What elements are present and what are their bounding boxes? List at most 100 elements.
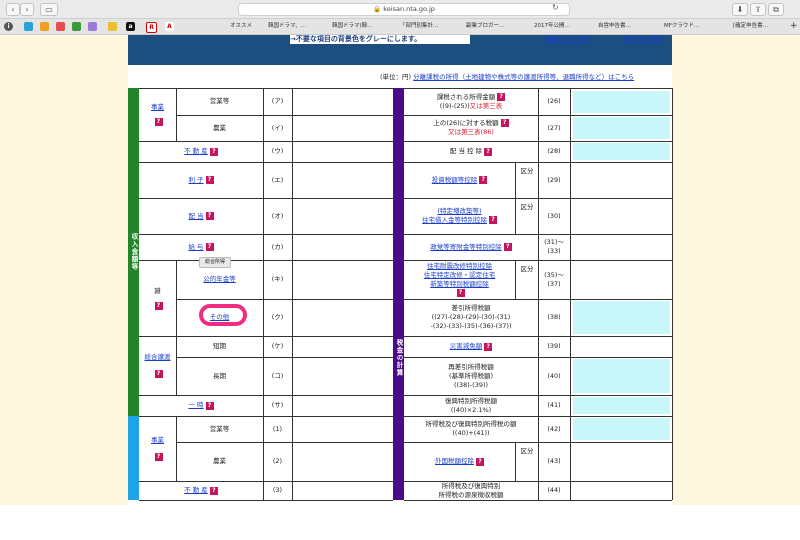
interest-label: 利 子? xyxy=(139,162,263,198)
help-icon[interactable]: ? xyxy=(503,243,512,251)
highlight-ring xyxy=(199,304,247,326)
help-icon[interactable]: ? xyxy=(154,301,163,310)
row-30: (特定増改築等) 住宅借入金等特別控除? xyxy=(404,198,515,234)
help-icon[interactable]: ? xyxy=(209,486,218,495)
bookmark-icon-2[interactable] xyxy=(40,22,49,31)
earthquake-link[interactable]: 住宅耐震改修特別控除 xyxy=(427,262,492,271)
bookmark-6[interactable]: 2017年公開… xyxy=(534,21,570,31)
dividend-link[interactable]: 配 当 xyxy=(188,212,203,221)
code-31-33: (31)～(33) xyxy=(544,238,564,255)
business2-link[interactable]: 事業 xyxy=(151,436,164,445)
renovation-link[interactable]: (特定増改築等) xyxy=(437,207,481,216)
bookmark-2[interactable]: 韓国ドラマ、… xyxy=(268,21,306,31)
bookmark-9[interactable]: [確定申告書… xyxy=(733,21,768,31)
code-43: (43) xyxy=(547,457,561,465)
housing-loan-link[interactable]: 住宅借入金等特別控除 xyxy=(422,216,487,224)
reader-icon[interactable]: i xyxy=(4,22,13,31)
eigyo-label: 営業等 xyxy=(209,97,230,105)
pension-link[interactable]: 公的年金等 xyxy=(203,275,236,284)
unit-line: (単位：円) 分離課税の所得（土地建物や株式等の譲渡所得等、退職所得など）はこち… xyxy=(380,71,674,81)
salary-link[interactable]: 給 与 xyxy=(188,243,203,252)
back-icon[interactable]: ‹ xyxy=(6,3,20,16)
input-40[interactable] xyxy=(573,359,670,393)
nogyo-label: 農業 xyxy=(213,123,226,132)
reload-icon[interactable]: ↻ xyxy=(552,3,559,12)
category-label: 区分 xyxy=(520,446,534,455)
row-42: 所得税及び復興特別所得税の額 ((40)+(41)) xyxy=(404,416,538,442)
download-icon[interactable]: ⬇ xyxy=(732,3,748,16)
foreign-tax-link[interactable]: 外国税額控除 xyxy=(435,457,474,466)
separate-tax-link[interactable]: 分離課税の所得（土地建物や株式等の譲渡所得等、退職所得など）はこちら xyxy=(413,73,634,81)
bookmark-icon-5[interactable] xyxy=(88,22,97,31)
long-term-label: 長期 xyxy=(213,371,226,380)
bookmark-icon-1[interactable] xyxy=(24,22,33,31)
input-26[interactable] xyxy=(573,91,670,113)
help-icon[interactable]: ? xyxy=(484,147,493,156)
bookmark-7[interactable]: 自営申告書… xyxy=(598,21,631,31)
bookmark-5[interactable]: 副業ブロガー… xyxy=(466,21,505,31)
guide-link[interactable]: 手引きを表示 xyxy=(623,33,662,43)
help-icon[interactable]: ? xyxy=(154,453,163,461)
url-text: keisan.nta.go.jp xyxy=(383,5,435,13)
tax-bar: 税金の計算 xyxy=(393,88,404,500)
help-icon[interactable]: ? xyxy=(497,92,506,101)
real-estate-link[interactable]: 不 動 産 xyxy=(184,147,208,156)
disaster-relief-link[interactable]: 災害減免額 xyxy=(450,342,483,351)
input-42[interactable] xyxy=(573,418,670,440)
input-38[interactable] xyxy=(573,301,670,334)
re-net-tax-label: 再差引所得税額 xyxy=(448,362,494,371)
bookmark-icon-4[interactable] xyxy=(72,22,81,31)
bookmark-4[interactable]: 「部門別集計… xyxy=(400,21,439,31)
share-icon[interactable]: ⇪ xyxy=(750,3,766,16)
help-icon[interactable]: ? xyxy=(484,342,493,351)
business2-label: 事業 ? xyxy=(139,416,176,481)
help-icon[interactable]: ? xyxy=(205,401,214,410)
bookmark-icon-3[interactable] xyxy=(56,22,65,31)
re-net-formula: ((38)-(39)) xyxy=(453,380,489,389)
dividend-deduction-label: 配 当 控 除 xyxy=(449,147,483,155)
real-estate2-label: 不 動 産? xyxy=(139,481,263,500)
help-icon[interactable]: ? xyxy=(479,176,488,184)
investment-credit-link[interactable]: 投資税額等控除 xyxy=(432,176,478,185)
category-label: 区分 xyxy=(520,264,534,273)
tabs-icon[interactable]: ⧉ xyxy=(768,3,784,16)
help-icon[interactable]: ? xyxy=(456,289,465,297)
amazon-icon[interactable]: a xyxy=(126,22,135,31)
new-build-link[interactable]: 新築等特別税額控除 xyxy=(430,280,489,289)
help-icon[interactable]: ? xyxy=(205,176,214,184)
help-icon[interactable]: ? xyxy=(489,216,497,224)
address-bar[interactable]: 🔒 keisan.nta.go.jp xyxy=(238,3,570,16)
input-28[interactable] xyxy=(573,143,670,160)
political-donation-link[interactable]: 政党等寄附金等特別控除 xyxy=(430,243,502,252)
new-tab-button[interactable]: + xyxy=(790,21,798,31)
help-icon[interactable]: ? xyxy=(205,212,214,220)
forward-icon[interactable]: › xyxy=(20,3,34,16)
help-icon[interactable]: ? xyxy=(209,147,218,156)
temporary-label: 一 時? xyxy=(139,395,263,416)
help-icon[interactable]: ? xyxy=(205,243,214,251)
income-input-column[interactable] xyxy=(293,89,393,500)
bookmark-icon-6[interactable] xyxy=(108,22,117,31)
rakuten-icon[interactable]: R xyxy=(146,22,157,33)
dividend-label: 配 当? xyxy=(139,198,263,234)
sidebar-icon[interactable]: ▭ xyxy=(40,3,58,16)
help-icon[interactable]: ? xyxy=(476,457,484,466)
example-link[interactable]: 事業所得入力例 xyxy=(545,33,591,43)
bookmark-8[interactable]: MFクラウド… xyxy=(664,21,699,31)
bookmark-icon-9[interactable]: A xyxy=(165,22,174,31)
input-27[interactable] xyxy=(573,117,670,139)
business-link[interactable]: 事業 xyxy=(151,103,164,112)
code-44: (44) xyxy=(547,486,561,494)
interest-link[interactable]: 利 子 xyxy=(188,176,203,185)
bookmark-3[interactable]: 韓国ドラマ(韓… xyxy=(332,21,373,31)
bookmark-1[interactable]: オススメ xyxy=(230,21,252,31)
input-41[interactable] xyxy=(573,397,670,414)
help-icon[interactable]: ? xyxy=(154,370,163,378)
help-icon[interactable]: ? xyxy=(500,119,509,127)
temporary-link[interactable]: 一 時 xyxy=(188,401,203,410)
help-icon[interactable]: ? xyxy=(154,118,163,126)
real-estate2-link[interactable]: 不 動 産 xyxy=(184,486,208,495)
transfer-link[interactable]: 総合譲渡 xyxy=(145,353,171,362)
code-39: (39) xyxy=(547,342,561,350)
specific-renovation-link[interactable]: 住宅特定改修・認定住宅 xyxy=(424,271,496,280)
